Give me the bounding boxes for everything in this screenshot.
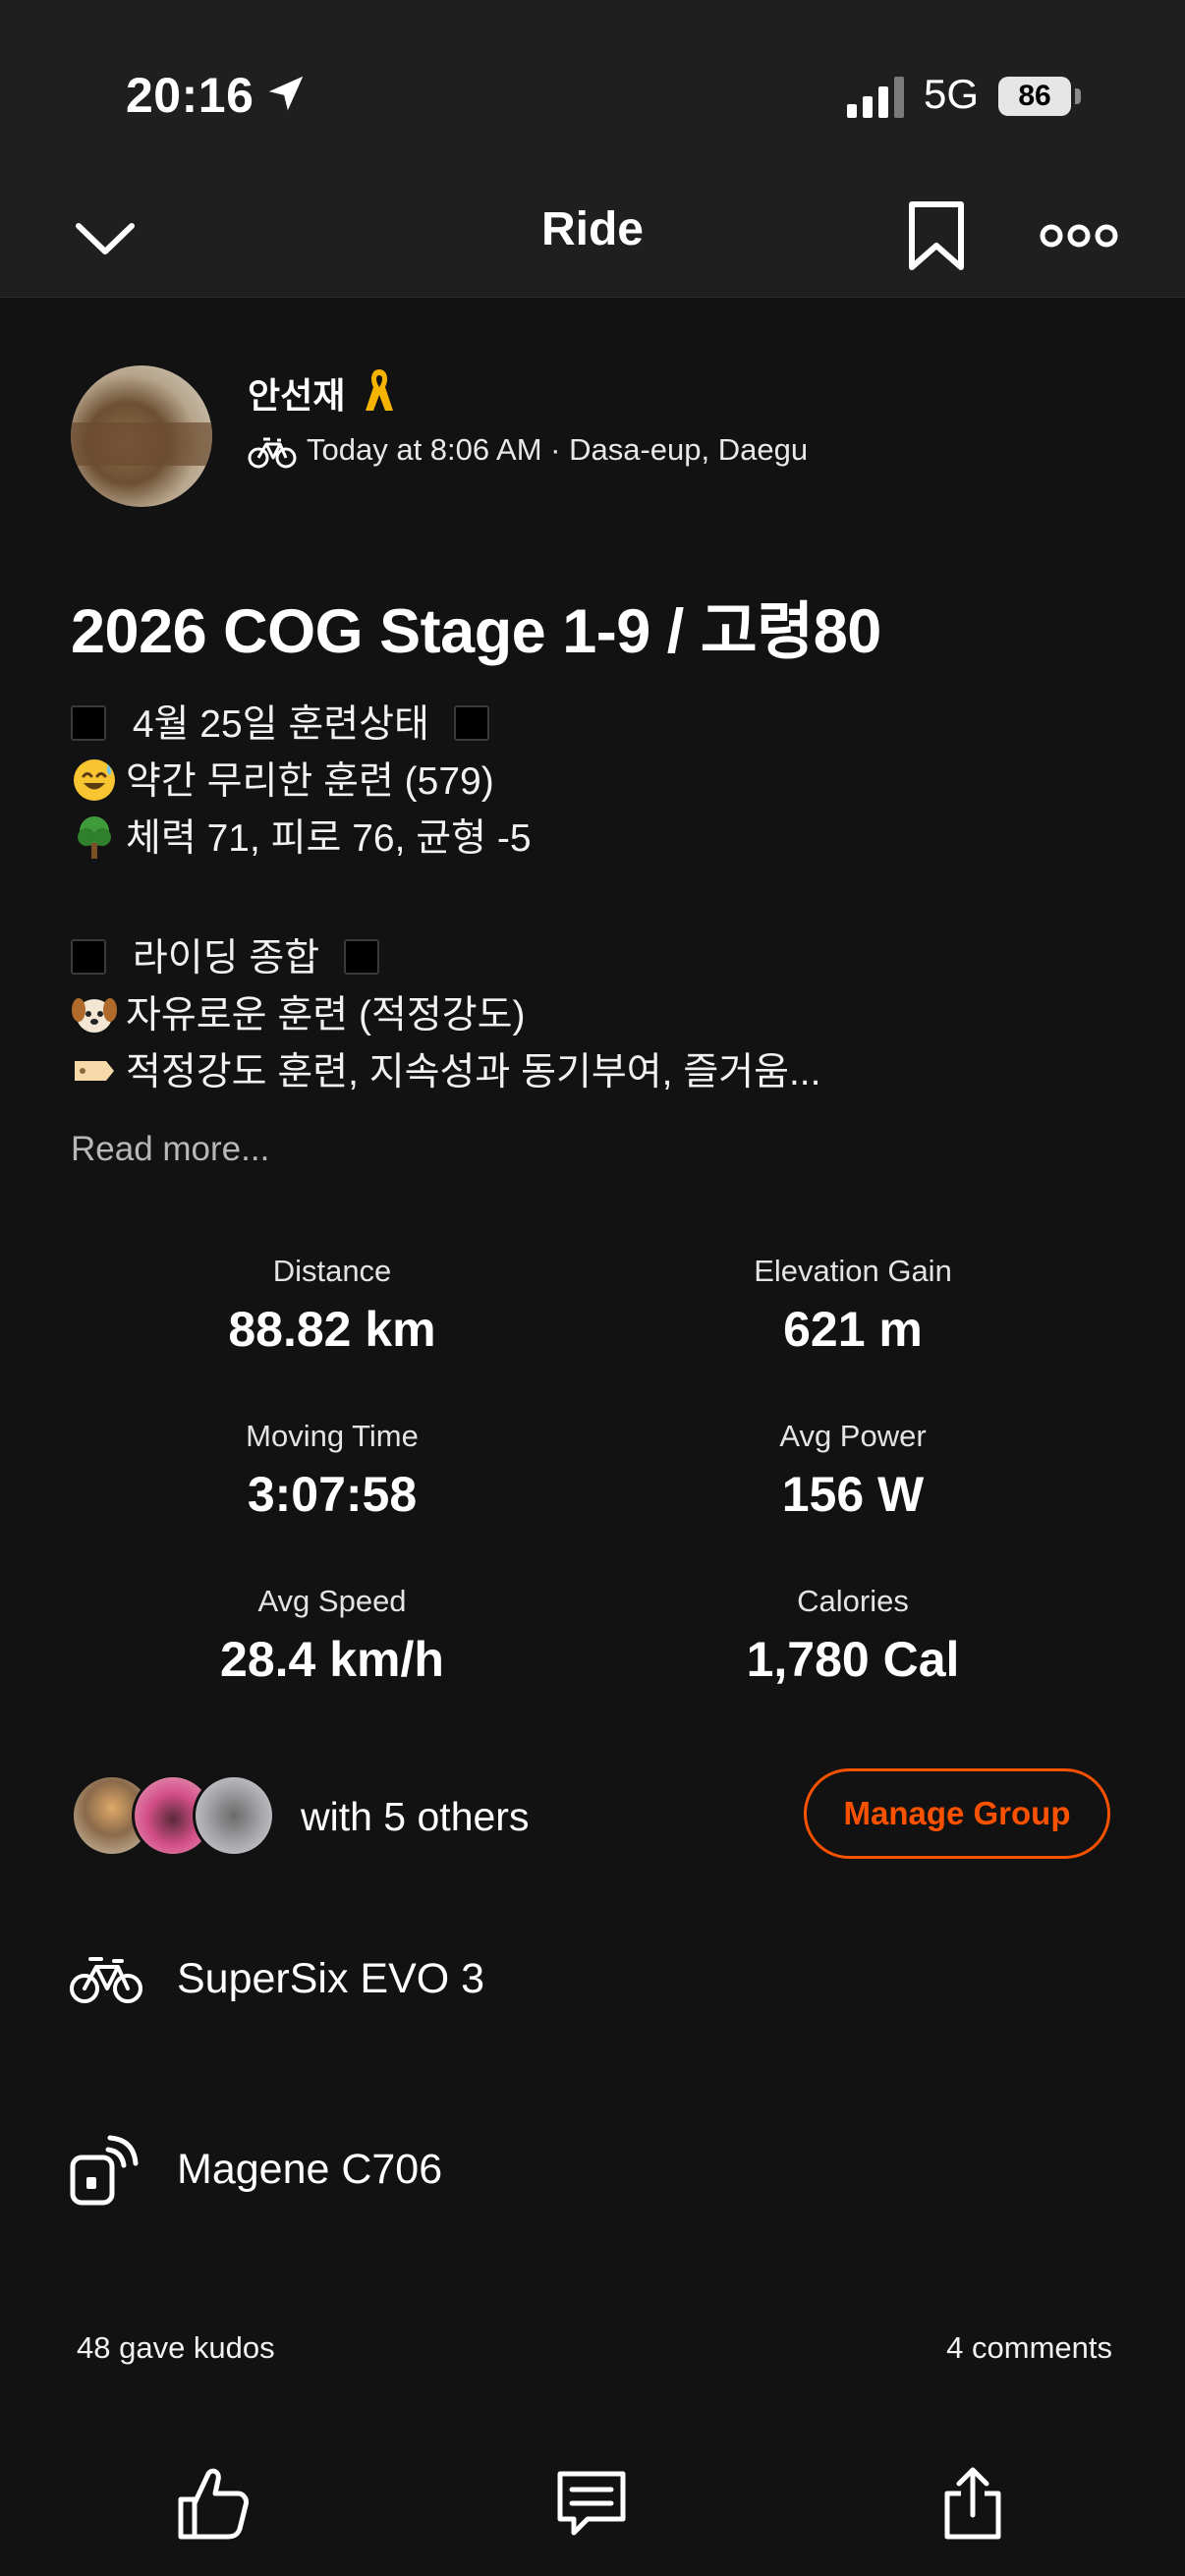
description-line: 라이딩 종합	[71, 927, 379, 982]
kudos-count[interactable]: 48 gave kudos	[77, 2330, 275, 2366]
yellow-ribbon-icon	[366, 369, 393, 411]
description-line: 체력 71, 피로 76, 균형 -5	[71, 808, 532, 863]
comments-count[interactable]: 4 comments	[946, 2330, 1112, 2366]
stat-value-avg-power: 156 W	[781, 1467, 925, 1522]
label-tag-icon	[75, 1061, 114, 1081]
sweat-smile-icon	[74, 759, 115, 801]
description-line: 자유로운 훈련 (적정강도)	[71, 984, 525, 1039]
black-square-icon	[71, 705, 106, 741]
signal-icon	[847, 77, 904, 118]
black-square-icon	[343, 939, 379, 975]
more-icon[interactable]	[1040, 212, 1118, 259]
avatar	[193, 1774, 275, 1857]
black-square-icon	[453, 705, 489, 741]
read-more-link[interactable]: Read more...	[71, 1130, 269, 1169]
stat-label-moving-time: Moving Time	[246, 1419, 419, 1453]
battery-level: 86	[1018, 80, 1051, 112]
thumbs-up-icon[interactable]	[173, 2464, 252, 2543]
stat-label-distance: Distance	[272, 1254, 392, 1288]
share-icon[interactable]	[933, 2464, 1012, 2543]
description-text: 라이딩 종합	[132, 937, 320, 980]
description-text: 적정강도 훈련, 지속성과 동기부여, 즐거움...	[126, 1051, 821, 1093]
network-type: 5G	[924, 71, 980, 117]
description-text: 약간 무리한 훈련 (579)	[126, 760, 494, 803]
chevron-down-icon[interactable]	[71, 208, 140, 267]
description-line: 4월 25일 훈련상태	[71, 694, 489, 749]
group-text[interactable]: with 5 others	[301, 1794, 529, 1840]
bike-name[interactable]: SuperSix EVO 3	[177, 1955, 484, 2003]
device-name[interactable]: Magene C706	[177, 2146, 442, 2194]
device-icon	[70, 2135, 139, 2206]
description-text: 4월 25일 훈련상태	[132, 703, 429, 746]
stat-label-avg-power: Avg Power	[779, 1419, 927, 1453]
bike-icon	[248, 437, 297, 469]
status-time: 20:16	[126, 68, 254, 123]
stat-label-calories: Calories	[797, 1584, 909, 1618]
description-text: 체력 71, 피로 76, 균형 -5	[126, 817, 532, 860]
stat-value-distance: 88.82 km	[228, 1302, 436, 1357]
comment-icon[interactable]	[552, 2464, 631, 2543]
dog-face-icon	[72, 998, 117, 1033]
stat-value-avg-speed: 28.4 km/h	[220, 1632, 444, 1687]
bike-icon	[70, 1957, 142, 2003]
description-line: 적정강도 훈련, 지속성과 동기부여, 즐거움...	[71, 1041, 820, 1096]
black-square-icon	[71, 939, 106, 975]
manage-group-button[interactable]: Manage Group	[804, 1768, 1110, 1859]
stat-value-elevation: 621 m	[783, 1302, 923, 1357]
stat-value-calories: 1,780 Cal	[746, 1632, 960, 1687]
description-text: 자유로운 훈련 (적정강도)	[126, 994, 526, 1036]
athlete-name[interactable]: 안선재	[248, 367, 345, 419]
description-line: 약간 무리한 훈련 (579)	[71, 751, 494, 806]
stat-label-avg-speed: Avg Speed	[257, 1584, 407, 1618]
bookmark-icon[interactable]	[902, 198, 971, 273]
nav-bar: Ride	[0, 177, 1185, 298]
activity-title: 2026 COG Stage 1-9 / 고령80	[71, 597, 881, 666]
activity-meta: Today at 8:06 AM · Dasa-eup, Daegu	[307, 432, 809, 467]
athlete-avatar[interactable]	[71, 365, 212, 507]
stat-value-moving-time: 3:07:58	[247, 1467, 418, 1522]
page-title: Ride	[540, 203, 644, 255]
battery-icon: 86	[998, 77, 1083, 116]
stat-label-elevation: Elevation Gain	[754, 1254, 952, 1288]
group-avatars[interactable]	[71, 1774, 277, 1857]
tree-icon	[78, 816, 111, 859]
location-arrow-icon	[268, 76, 304, 111]
status-bar: 20:16 5G 86	[0, 0, 1185, 177]
